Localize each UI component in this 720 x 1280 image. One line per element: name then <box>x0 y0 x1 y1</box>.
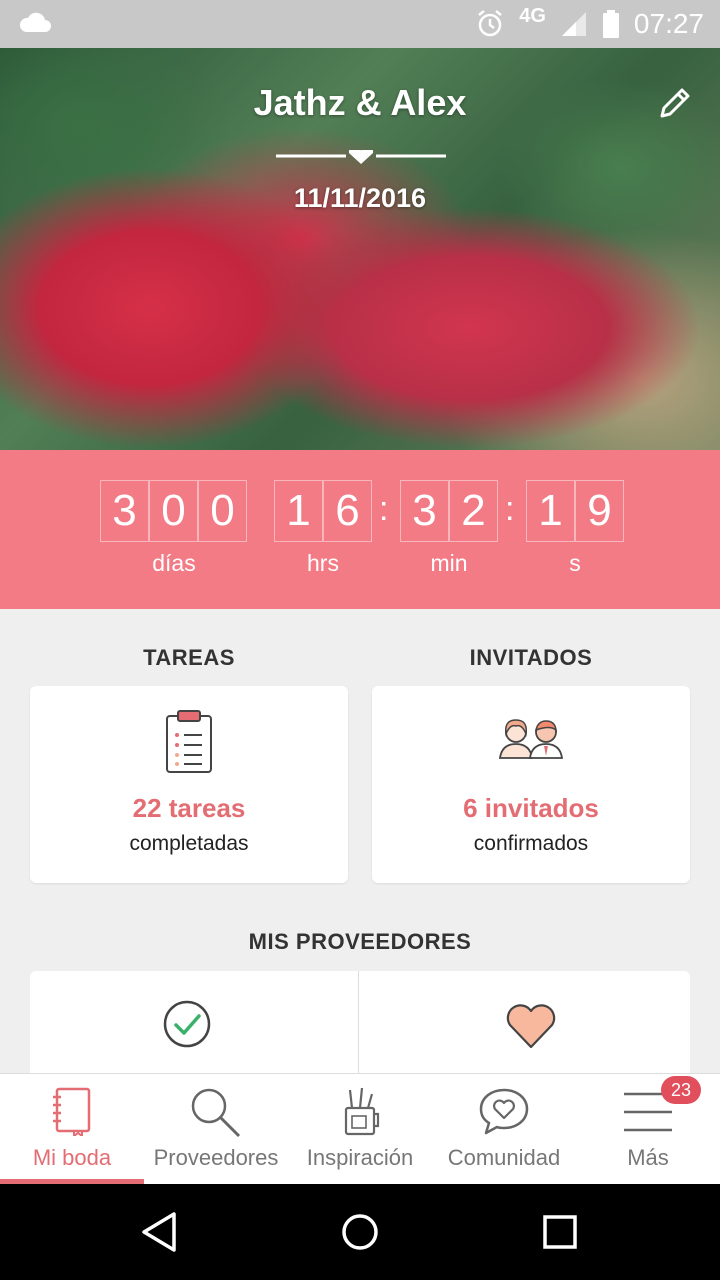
digit: 2 <box>449 480 498 542</box>
tab-comunidad[interactable]: Comunidad <box>432 1074 576 1185</box>
seconds-label: s <box>569 550 581 576</box>
tab-label: Mi boda <box>32 1145 112 1170</box>
digit: 1 <box>526 480 575 542</box>
tasks-card[interactable]: 22 tareas completadas <box>30 686 348 883</box>
minutes-label: min <box>430 550 468 576</box>
seconds-digits: 1 9 <box>526 480 624 542</box>
art-supplies-icon <box>344 1087 380 1136</box>
tab-label: Proveedores <box>153 1145 279 1170</box>
signal-icon <box>561 12 586 36</box>
guests-count: 6 invitados <box>463 793 599 823</box>
home-icon[interactable] <box>340 1204 380 1260</box>
tab-label: Comunidad <box>447 1145 561 1170</box>
tab-inspiracion[interactable]: Inspiración <box>288 1074 432 1185</box>
couple-names: Jathz & Alex <box>253 82 467 123</box>
wedding-date: 11/11/2016 <box>293 183 427 213</box>
search-icon <box>191 1088 241 1138</box>
guests-title: INVITADOS <box>469 645 593 670</box>
check-circle-icon[interactable] <box>162 999 212 1049</box>
digit: 0 <box>198 480 247 542</box>
edit-icon[interactable] <box>656 84 694 122</box>
digit: 3 <box>100 480 149 542</box>
system-nav-bar <box>0 1184 720 1280</box>
network-type: 4G <box>519 4 546 27</box>
separator: : <box>505 490 515 528</box>
guests-sub: confirmados <box>473 832 589 855</box>
digit: 9 <box>575 480 624 542</box>
digit: 3 <box>400 480 449 542</box>
tasks-title: TAREAS <box>143 645 235 670</box>
tab-proveedores[interactable]: Proveedores <box>144 1074 288 1185</box>
recents-icon[interactable] <box>540 1204 580 1260</box>
minutes-digits: 3 2 <box>400 480 498 542</box>
chat-heart-icon <box>479 1088 529 1135</box>
back-icon[interactable] <box>140 1204 180 1260</box>
countdown: 3 0 0 1 6 : 3 2 : 1 9 días hrs min s <box>0 450 720 609</box>
guests-card[interactable]: 6 invitados confirmados <box>372 686 690 883</box>
battery-icon <box>602 10 619 38</box>
heart-divider-icon <box>276 150 446 164</box>
digit: 1 <box>274 480 323 542</box>
tab-label: Más <box>627 1145 669 1170</box>
separator: : <box>379 490 389 528</box>
guests-couple-icon <box>498 719 564 759</box>
hours-digits: 1 6 <box>274 480 372 542</box>
clipboard-icon <box>166 710 212 773</box>
bottom-tab-bar: Mi boda Proveedores Inspiración Comunida… <box>0 1073 720 1184</box>
vendors-card <box>30 971 690 1081</box>
status-bar: 4G 07:27 <box>0 0 720 48</box>
days-label: días <box>152 550 196 576</box>
tasks-count: 22 tareas <box>132 793 246 823</box>
days-digits: 3 0 0 <box>100 480 247 542</box>
tab-label: Inspiración <box>306 1145 414 1170</box>
digit: 0 <box>149 480 198 542</box>
heart-icon[interactable] <box>505 1003 557 1049</box>
cloud-icon <box>19 12 51 32</box>
tasks-sub: completadas <box>129 832 249 855</box>
notification-badge: 23 <box>661 1076 701 1104</box>
vendors-title: MIS PROVEEDORES <box>248 929 472 954</box>
hours-label: hrs <box>307 550 339 576</box>
clock: 07:27 <box>633 8 704 39</box>
digit: 6 <box>323 480 372 542</box>
notebook-icon <box>53 1087 91 1136</box>
alarm-icon <box>478 10 503 37</box>
tab-mi-boda[interactable]: Mi boda <box>0 1074 144 1185</box>
